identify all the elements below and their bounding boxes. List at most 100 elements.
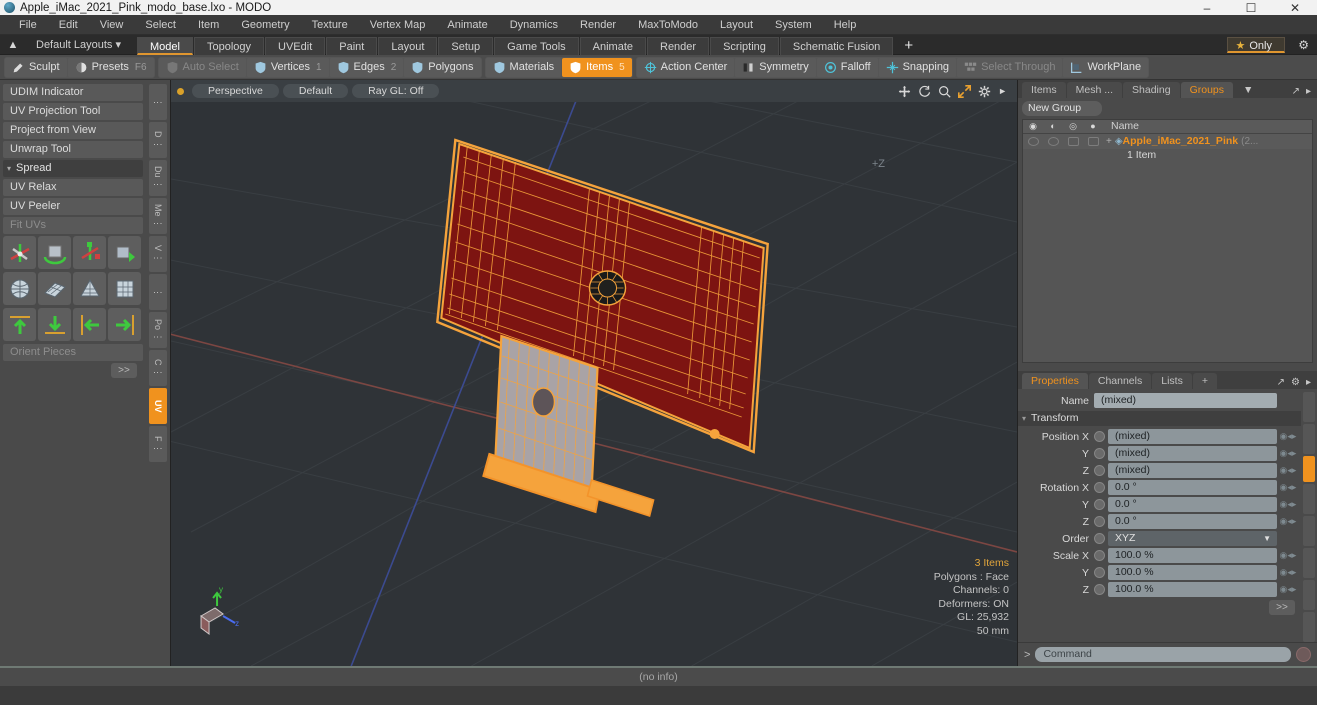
right-vertical-tab[interactable] <box>1303 548 1315 579</box>
vertical-tab-du[interactable]: Du ⋮ <box>149 160 167 196</box>
expand-plus-icon[interactable]: + <box>1103 136 1115 147</box>
property-radio[interactable] <box>1094 482 1105 494</box>
vertical-tab-d[interactable]: D ⋮ <box>149 122 167 158</box>
toolbar-button-symmetry[interactable]: Symmetry <box>735 57 816 77</box>
cube-uv-icon[interactable] <box>108 272 141 305</box>
lock-icon[interactable]: ● <box>1083 121 1103 131</box>
layout-tab-game-tools[interactable]: Game Tools <box>494 36 579 55</box>
row-render-toggle[interactable] <box>1043 136 1063 146</box>
toolbar-button-presets[interactable]: Presets F6 <box>67 57 154 77</box>
panel-tab-items[interactable]: Items <box>1022 81 1066 98</box>
menu-select[interactable]: Select <box>134 15 187 35</box>
uv-tool-uv-peeler[interactable]: UV Peeler <box>3 198 143 215</box>
property-value[interactable]: (mixed) <box>1108 446 1277 462</box>
menu-maxtomodo[interactable]: MaxToModo <box>627 15 709 35</box>
new-group-button[interactable]: New Group <box>1022 100 1102 116</box>
property-radio[interactable] <box>1094 550 1105 562</box>
uv-tool-uv-projection-tool[interactable]: UV Projection Tool <box>3 103 143 120</box>
properties-tab-[interactable]: + <box>1192 373 1217 390</box>
property-spinner[interactable]: ◉◂▸ <box>1277 482 1299 493</box>
uv-tool-udim-indicator[interactable]: UDIM Indicator <box>3 84 143 101</box>
right-vertical-tab[interactable] <box>1303 424 1315 455</box>
chevron-right-icon[interactable]: ▸ <box>1306 377 1311 388</box>
gear-icon[interactable] <box>978 85 991 98</box>
property-radio[interactable] <box>1094 533 1105 545</box>
menu-layout[interactable]: Layout <box>709 15 764 35</box>
eye-icon[interactable]: ◉ <box>1023 121 1043 132</box>
menu-item[interactable]: Item <box>187 15 230 35</box>
box-transform-icon[interactable] <box>108 236 141 269</box>
menu-file[interactable]: File <box>8 15 48 35</box>
panel-dropdown-arrow[interactable]: ▼ <box>1234 82 1262 98</box>
layout-tab-animate[interactable]: Animate <box>579 36 646 55</box>
layout-tab-setup[interactable]: Setup <box>438 36 494 55</box>
vertical-tab-uv[interactable]: UV <box>149 388 167 424</box>
layout-tab-topology[interactable]: Topology <box>193 36 265 55</box>
right-vertical-tab[interactable] <box>1303 392 1315 423</box>
viewport[interactable]: Perspective Default Ray GL: Off ► +Z z y… <box>170 80 1018 666</box>
fit-icon[interactable] <box>958 84 972 98</box>
right-vertical-tab[interactable] <box>1303 516 1315 547</box>
property-value[interactable]: 100.0 % <box>1108 565 1277 581</box>
rotate-cube-icon[interactable] <box>38 236 71 269</box>
cone-uv-icon[interactable] <box>73 272 106 305</box>
shading-dropdown[interactable]: Default <box>282 84 349 98</box>
toolbar-button-vertices[interactable]: Vertices 1 <box>246 57 329 77</box>
property-spinner[interactable]: ◉◂▸ <box>1277 465 1299 476</box>
menu-edit[interactable]: Edit <box>48 15 89 35</box>
uv-tool-uv-relax[interactable]: UV Relax <box>3 179 143 196</box>
sidebar-more-button[interactable]: >> <box>111 363 137 378</box>
properties-more-button[interactable]: >> <box>1269 600 1295 616</box>
group-item-name[interactable]: Apple_iMac_2021_Pink <box>1123 135 1239 147</box>
toolbar-button-auto-select[interactable]: Auto Select <box>158 57 246 77</box>
property-spinner[interactable]: ◉◂▸ <box>1277 516 1299 527</box>
property-value[interactable]: 0.0 ° <box>1108 497 1277 513</box>
align-up-icon[interactable] <box>3 308 36 341</box>
scale-axis-icon[interactable] <box>73 236 106 269</box>
layout-tab-layout[interactable]: Layout <box>378 36 438 55</box>
vertical-tab-f[interactable]: F ⋮ <box>149 426 167 462</box>
upload-icon[interactable]: ▲ <box>0 39 26 51</box>
close-button[interactable]: ✕ <box>1273 0 1317 15</box>
property-radio[interactable] <box>1094 465 1105 477</box>
toolbar-button-materials[interactable]: Materials <box>485 57 562 77</box>
menu-animate[interactable]: Animate <box>436 15 498 35</box>
layout-tab-scripting[interactable]: Scripting <box>710 36 779 55</box>
vertical-tab-v[interactable]: V ⋮ <box>149 236 167 272</box>
row-lock-toggle[interactable] <box>1083 136 1103 146</box>
menu-render[interactable]: Render <box>569 15 627 35</box>
zoom-icon[interactable] <box>938 85 951 98</box>
uv-tool-spread[interactable]: Spread <box>3 160 143 177</box>
vertical-tab-me[interactable]: Me ⋮ <box>149 198 167 234</box>
menu-view[interactable]: View <box>89 15 135 35</box>
layout-tab-render[interactable]: Render <box>647 36 710 55</box>
gear-icon[interactable]: ⚙ <box>1291 377 1300 388</box>
panel-tab-shading[interactable]: Shading <box>1123 81 1180 98</box>
layout-tab-model[interactable]: Model <box>137 36 193 55</box>
property-radio[interactable] <box>1094 448 1105 460</box>
toolbar-button-select-through[interactable]: Select Through <box>957 57 1063 77</box>
menu-geometry[interactable]: Geometry <box>230 15 300 35</box>
raygl-toggle[interactable]: Ray GL: Off <box>352 84 440 98</box>
vertical-tab-[interactable]: ⋮ <box>149 84 167 120</box>
maximize-button[interactable]: ☐ <box>1229 0 1273 15</box>
toolbar-button-action-center[interactable]: Action Center <box>636 57 735 77</box>
menu-texture[interactable]: Texture <box>301 15 359 35</box>
vertical-tab-c[interactable]: C ⋮ <box>149 350 167 386</box>
layout-tab-uvedit[interactable]: UVEdit <box>265 36 326 55</box>
expand-icon[interactable]: ↗ <box>1277 377 1285 388</box>
minimize-button[interactable]: – <box>1185 0 1229 15</box>
toolbar-button-polygons[interactable]: Polygons <box>404 57 481 77</box>
viewport-canvas[interactable]: +Z z y 3 Items Polygons: Face Channels:… <box>171 102 1017 666</box>
layout-tab-paint[interactable]: Paint <box>326 36 378 55</box>
move-icon[interactable] <box>898 85 911 98</box>
property-radio[interactable] <box>1094 516 1105 528</box>
move-axis-icon[interactable] <box>3 236 36 269</box>
property-spinner[interactable]: ◉◂▸ <box>1277 499 1299 510</box>
toolbar-button-falloff[interactable]: Falloff <box>816 57 878 77</box>
sphere-uv-icon[interactable] <box>3 272 36 305</box>
panel-tab-groups[interactable]: Groups <box>1180 81 1234 98</box>
default-layouts-dropdown[interactable]: Default Layouts ▾ <box>26 38 131 51</box>
right-vertical-tab[interactable] <box>1303 456 1315 483</box>
right-vertical-tab[interactable] <box>1303 484 1315 515</box>
